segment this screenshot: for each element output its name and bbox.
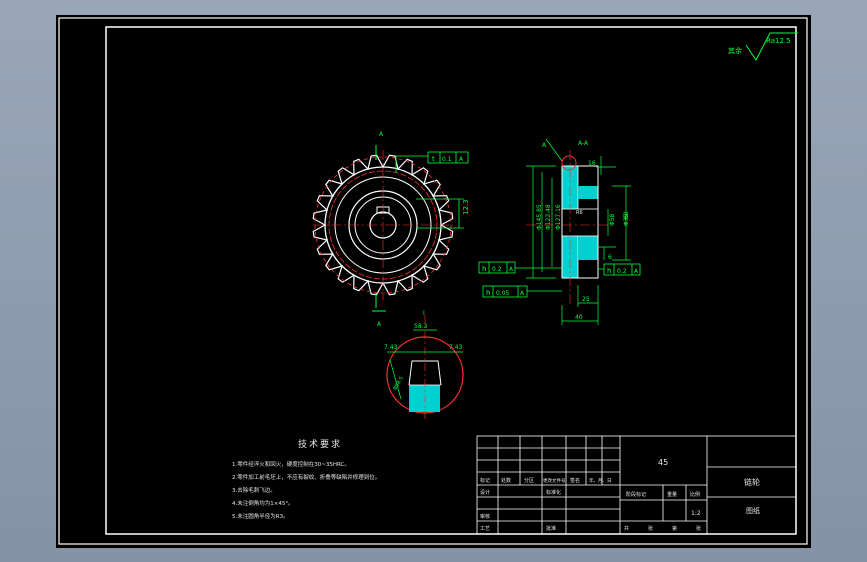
svg-text:A: A [520,290,525,297]
svg-text:25: 25 [582,296,590,303]
svg-text:Φ145.85: Φ145.85 [536,204,543,230]
svg-text:h: h [482,265,486,273]
cad-drawing: 其余 Ra12.5 A A t 0.1 A 12.3 A-A A Φ145.85… [58,17,808,545]
roughness-symbol: 其余 Ra12.5 [728,32,798,61]
detail-label: I [423,310,425,317]
svg-text:标记: 标记 [480,477,490,484]
svg-text:比例: 比例 [690,491,700,498]
svg-text:58.3: 58.3 [414,323,428,330]
svg-text:审核: 审核 [480,513,490,520]
scale: 1:2 [691,510,701,517]
section-label-bottom: A [377,321,382,328]
tech-req-title: 技术要求 [298,438,342,450]
svg-text:重量: 重量 [667,491,677,498]
svg-text:设计: 设计 [480,489,490,496]
svg-text:签名: 签名 [570,477,580,484]
svg-text:Φ122.48: Φ122.48 [545,204,552,230]
svg-text:0.2: 0.2 [617,268,627,275]
svg-text:16: 16 [588,160,596,167]
cad-viewport[interactable]: 其余 Ra12.5 A A t 0.1 A 12.3 A-A A Φ145.85… [56,15,811,548]
detail-view: I 58.3 7.43 7.43 Φ58.5 [384,310,464,420]
svg-text:7.43: 7.43 [384,344,398,351]
svg-text:0.1: 0.1 [442,156,452,163]
tol-frame-right: h 0.2 A [598,263,641,276]
section-mark: A-A [578,140,589,147]
svg-text:t: t [432,155,435,163]
svg-text:0.05: 0.05 [496,290,510,297]
svg-text:更改文件号: 更改文件号 [543,477,566,484]
svg-text:Φ127.16: Φ127.16 [555,204,562,230]
tech-req-item: 5.未注圆角半径为R3。 [232,512,289,520]
svg-text:张: 张 [696,525,701,532]
roughness-value: Ra12.5 [766,37,791,45]
roughness-label: 其余 [728,46,742,55]
svg-text:阶段标记: 阶段标记 [626,491,646,498]
svg-text:12.3: 12.3 [462,199,470,215]
svg-text:Φ58: Φ58 [609,213,616,226]
outer-frame [58,17,808,545]
material: 45 [658,458,668,467]
svg-text:分区: 分区 [524,477,534,484]
drawing-number: 图纸 [746,506,760,515]
svg-text:处数: 处数 [501,477,511,484]
svg-text:6: 6 [608,254,612,261]
svg-text:共: 共 [624,525,629,532]
tolerance-frame-top: t 0.1 A [395,151,469,173]
svg-text:7.43: 7.43 [449,344,463,351]
tech-req-item: 1.零件经淬火和回火，硬度控制在30~35HRC。 [232,460,350,468]
tech-req-item: 2.零件加工前毛坯上，不应有裂纹、折叠等缺陷并修理到位。 [232,473,380,481]
technical-requirements: 技术要求 1.零件经淬火和回火，硬度控制在30~35HRC。 2.零件加工前毛坯… [232,438,380,520]
svg-text:40: 40 [575,314,583,321]
svg-text:标准化: 标准化 [546,489,561,496]
datum-mark: A [542,142,547,149]
svg-text:A: A [459,156,464,163]
svg-text:h: h [486,289,490,297]
section-view: A-A A Φ145.85 Φ122.48 Φ127.16 Φ58 Φ35 16… [478,138,641,325]
tol-frame-left-bottom: h 0.05 A [482,285,562,298]
svg-text:张: 张 [648,525,653,532]
front-view: A A t 0.1 A 12.3 [312,131,470,328]
section-label-top: A [379,131,384,138]
svg-text:60: 60 [623,211,630,219]
svg-text:批准: 批准 [546,525,556,532]
tech-req-item: 4.未注倒角均为1×45°。 [232,499,294,507]
svg-text:A: A [634,268,639,275]
svg-text:工艺: 工艺 [480,526,490,532]
svg-text:h: h [607,267,611,275]
inner-frame [105,26,797,535]
part-name: 链轮 [744,477,760,487]
svg-text:Φ58.5: Φ58.5 [392,376,405,392]
svg-text:第: 第 [672,525,677,532]
svg-text:0.2: 0.2 [492,266,502,273]
svg-text:R6: R6 [576,210,583,216]
svg-text:A: A [509,266,514,273]
tech-req-item: 3.去除毛刺飞边。 [232,486,276,494]
tol-frame-left-top: h 0.2 A [478,261,562,274]
svg-text:年、月、日: 年、月、日 [589,477,612,484]
